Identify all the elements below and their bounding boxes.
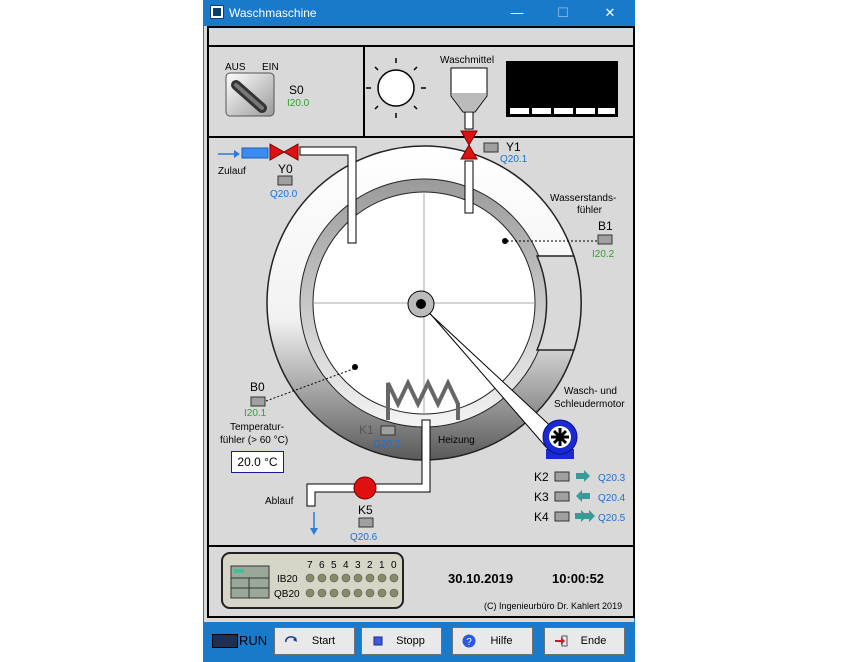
- run-label: RUN: [239, 633, 268, 648]
- plc-input-row-label: IB20: [277, 574, 298, 585]
- copyright-label: (C) Ingenieurbüro Dr. Kahlert 2019: [484, 601, 623, 611]
- heater-address: Q20.2: [373, 439, 401, 450]
- level-sensor-label-2: fühler: [577, 205, 603, 216]
- sun-icon: [366, 58, 426, 118]
- start-button[interactable]: Start: [274, 627, 355, 655]
- indicator-y0: [277, 175, 293, 186]
- motor-icon: [542, 419, 578, 459]
- stop-button[interactable]: Stopp: [361, 627, 442, 655]
- heater-name: K1: [359, 423, 374, 437]
- motor-label-1: Wasch- und: [564, 386, 617, 397]
- temp-sensor-label-1: Temperatur-: [230, 422, 284, 433]
- refresh-icon: [285, 636, 297, 643]
- indicator-k5: [358, 517, 374, 528]
- plc-bit-5: 5: [331, 560, 337, 571]
- contactor-k4: [554, 510, 595, 522]
- level-sensor-address: I20.2: [592, 249, 615, 260]
- help-button[interactable]: ? Hilfe: [452, 627, 533, 655]
- drain-pump-address: Q20.6: [350, 532, 378, 543]
- plc-bit-1: 1: [379, 560, 385, 571]
- plc-device-icon: [230, 565, 270, 599]
- app-window: Waschmaschine — ☐ ✕ AUS EIN S0 I20.0 Was…: [203, 0, 635, 662]
- contactor-k4-address: Q20.5: [598, 513, 626, 524]
- help-icon: ?: [462, 634, 476, 648]
- svg-text:?: ?: [466, 637, 472, 648]
- plc-bit-4: 4: [343, 560, 349, 571]
- contactor-k3-name: K3: [534, 490, 549, 504]
- valve-y0[interactable]: [269, 143, 299, 161]
- plc-bit-2: 2: [367, 560, 373, 571]
- indicator-b1: [597, 234, 613, 245]
- drain-pump-k5[interactable]: [353, 476, 377, 500]
- switch-on-label: EIN: [262, 62, 279, 73]
- temp-sensor-name: B0: [250, 380, 265, 394]
- plc-bit-6: 6: [319, 560, 325, 571]
- drain-arrow-icon: [310, 512, 318, 535]
- contactor-k2: [554, 470, 590, 482]
- temp-sensor-address: I20.1: [244, 408, 267, 419]
- plc-bit-7: 7: [307, 560, 313, 571]
- end-button[interactable]: Ende: [544, 627, 625, 655]
- run-indicator: [212, 634, 238, 648]
- inlet-label: Zulauf: [218, 166, 246, 177]
- detergent-hopper-icon: [450, 67, 488, 130]
- indicator-b0: [250, 396, 266, 407]
- inlet-arrow-icon: [218, 150, 240, 158]
- contactor-k2-name: K2: [534, 470, 549, 484]
- date-display: 30.10.2019: [448, 571, 514, 586]
- indicator-k1: [380, 425, 396, 436]
- plc-bit-3: 3: [355, 560, 361, 571]
- contactor-k4-name: K4: [534, 510, 549, 524]
- plc-module: 7 6 5 4 3 2 1 0 IB20 QB20: [221, 552, 404, 609]
- lcd-display: [506, 61, 618, 117]
- temp-sensor-label-2: fühler (> 60 °C): [220, 435, 288, 446]
- drain-pump-name: K5: [358, 503, 373, 517]
- time-display: 10:00:52: [552, 571, 605, 586]
- indicator-y1: [483, 142, 499, 153]
- motor-label-2: Schleudermotor: [554, 399, 625, 410]
- detergent-label: Waschmittel: [440, 55, 494, 66]
- level-sensor-name: B1: [598, 219, 613, 233]
- plc-input-leds: [305, 573, 399, 583]
- contactor-k3: [554, 490, 590, 502]
- rotary-switch[interactable]: [225, 72, 275, 117]
- valve-y1-name: Y1: [506, 140, 521, 154]
- heater-label: Heizung: [438, 435, 475, 446]
- switch-off-label: AUS: [225, 62, 246, 73]
- valve-y0-name: Y0: [278, 162, 293, 176]
- valve-y1-address: Q20.1: [500, 154, 528, 165]
- plc-bit-0: 0: [391, 560, 397, 571]
- contactor-k2-address: Q20.3: [598, 473, 626, 484]
- exit-icon: [555, 635, 568, 647]
- machine-diagram: AUS EIN S0 I20.0 Waschmittel Y1 Q20.1 Y0…: [218, 55, 626, 543]
- contactor-k3-address: Q20.4: [598, 493, 626, 504]
- stop-icon: [373, 636, 383, 646]
- drain-label: Ablauf: [265, 496, 294, 507]
- temperature-display: 20.0 °C: [231, 451, 284, 473]
- switch-name: S0: [289, 83, 304, 97]
- level-sensor-label-1: Wasserstands-: [550, 193, 616, 204]
- valve-y1[interactable]: [460, 130, 478, 160]
- switch-address: I20.0: [287, 98, 310, 109]
- plc-output-leds: [305, 588, 399, 598]
- valve-y0-address: Q20.0: [270, 189, 298, 200]
- plc-output-row-label: QB20: [274, 589, 300, 600]
